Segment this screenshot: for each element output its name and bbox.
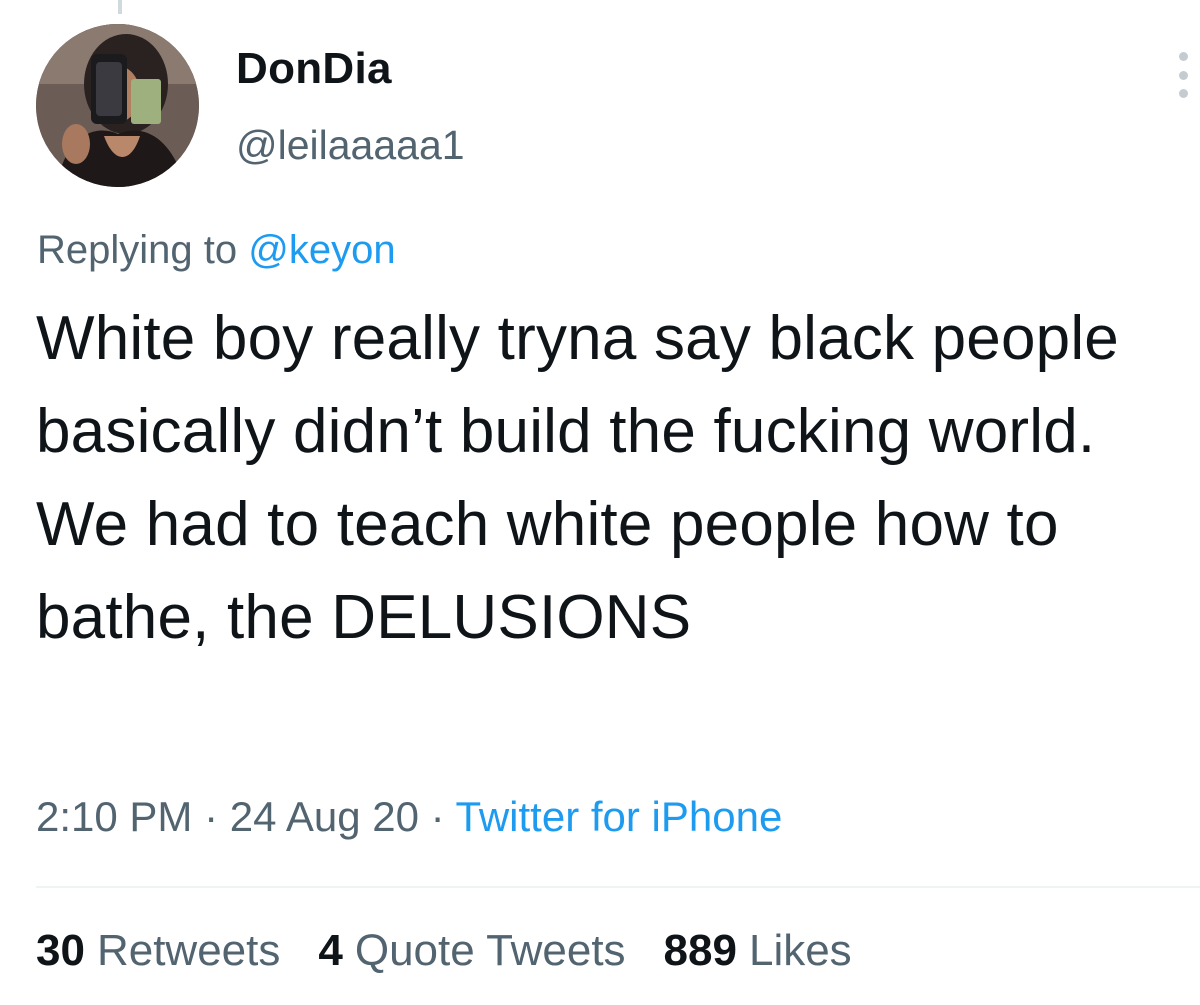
likes-stat[interactable]: 889 Likes [664,926,852,976]
reply-mention-link[interactable]: @keyon [248,228,395,272]
divider [36,886,1200,888]
more-dots-icon[interactable] [1170,52,1196,98]
more-dot [1178,52,1188,61]
thread-connector-line [118,0,122,14]
tweet-source-link[interactable]: Twitter for iPhone [456,793,783,840]
tweet-meta: 2:10 PM · 24 Aug 20 · Twitter for iPhone [36,793,782,841]
replying-to-label: Replying to [37,228,238,272]
quote-tweets-count: 4 [318,926,343,975]
avatar-photo [36,24,199,187]
author-display-name[interactable]: DonDia [236,44,392,94]
author-handle[interactable]: @leilaaaaa1 [236,122,465,169]
tweet-stats: 30 Retweets 4 Quote Tweets 889 Likes [36,926,852,976]
meta-separator: · [192,793,230,840]
tweet-date[interactable]: 24 Aug 20 [230,793,419,840]
tweet-time[interactable]: 2:10 PM [36,793,192,840]
retweets-count: 30 [36,926,85,975]
likes-count: 889 [663,926,737,975]
avatar[interactable] [36,24,199,187]
more-dot [1178,70,1188,80]
tweet-detail: DonDia @leilaaaaa1 Replying to @keyon Wh… [0,0,1200,1005]
meta-separator: · [418,793,456,840]
quote-tweets-label: Quote Tweets [354,926,626,975]
likes-label: Likes [748,926,852,975]
tweet-text: White boy really tryna say black people … [36,304,1119,652]
more-dot [1178,89,1188,98]
retweets-stat[interactable]: 30 Retweets [36,926,280,976]
quote-tweets-stat[interactable]: 4 Quote Tweets [318,926,625,976]
replying-to: Replying to @keyon [37,228,396,273]
retweets-label: Retweets [96,926,281,975]
